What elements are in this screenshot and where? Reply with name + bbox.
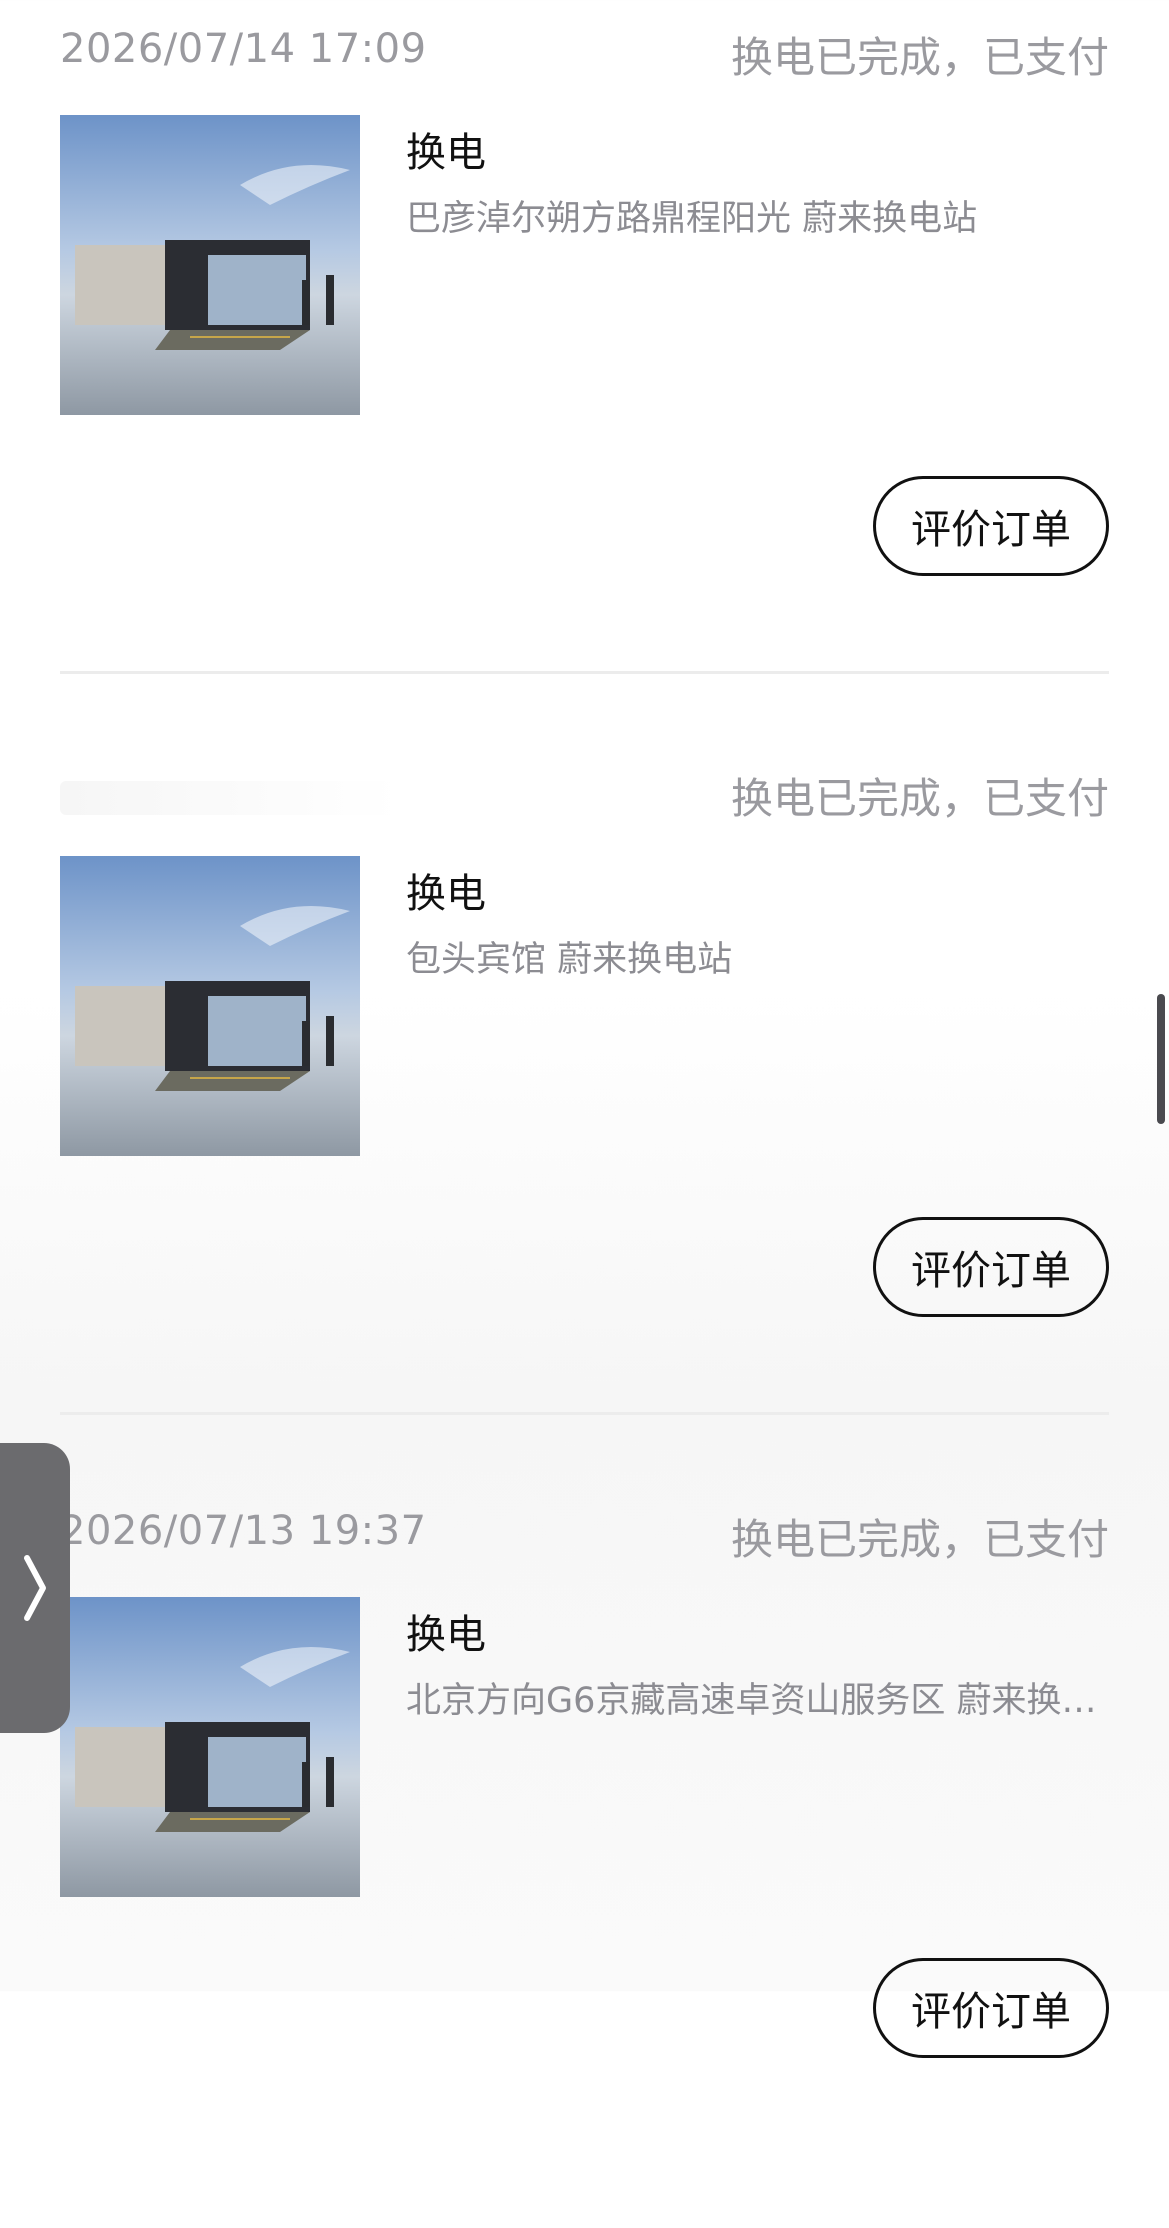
order-time — [60, 781, 400, 815]
order-status: 换电已完成，已支付 — [730, 33, 1109, 82]
rate-order-button[interactable]: 评价订单 — [873, 1958, 1109, 2058]
rate-order-button[interactable]: 评价订单 — [873, 476, 1109, 576]
order-type: 换电 — [406, 130, 486, 176]
divider — [60, 1412, 1109, 1415]
order-time: 2026/07/13 19:37 — [60, 1508, 427, 1554]
order-card[interactable]: 2026/07/13 19:37 换电已完成，已支付 换电 北京方向G6京藏高速… — [0, 1482, 1169, 2228]
swap-station-image — [60, 856, 360, 1156]
order-status: 换电已完成，已支付 — [730, 1515, 1109, 1564]
order-type: 换电 — [406, 871, 486, 917]
swap-station-image — [60, 1597, 360, 1897]
swap-station-image — [60, 115, 360, 415]
scrollbar[interactable] — [1157, 994, 1165, 1124]
station-thumbnail — [60, 856, 360, 1156]
side-panel-handle[interactable] — [0, 1443, 70, 1733]
order-time: 2026/07/14 17:09 — [60, 26, 427, 72]
rate-order-button[interactable]: 评价订单 — [873, 1217, 1109, 1317]
station-name: 北京方向G6京藏高速卓资山服务区 蔚来换… — [406, 1681, 1097, 1721]
chevron-right-icon — [24, 1555, 46, 1621]
order-card[interactable]: 换电已完成，已支付 换电 包头宾馆 蔚来换电站 评价订单 — [0, 741, 1169, 1487]
station-name: 巴彦淖尔朔方路鼎程阳光 蔚来换电站 — [406, 199, 978, 239]
order-card[interactable]: 2026/07/14 17:09 换电已完成，已支付 换电 巴彦淖尔朔方路鼎程阳… — [0, 0, 1169, 746]
divider — [60, 671, 1109, 674]
order-type: 换电 — [406, 1612, 486, 1658]
station-thumbnail — [60, 1597, 360, 1897]
station-name: 包头宾馆 蔚来换电站 — [406, 940, 733, 980]
station-thumbnail — [60, 115, 360, 415]
order-status: 换电已完成，已支付 — [730, 774, 1109, 823]
